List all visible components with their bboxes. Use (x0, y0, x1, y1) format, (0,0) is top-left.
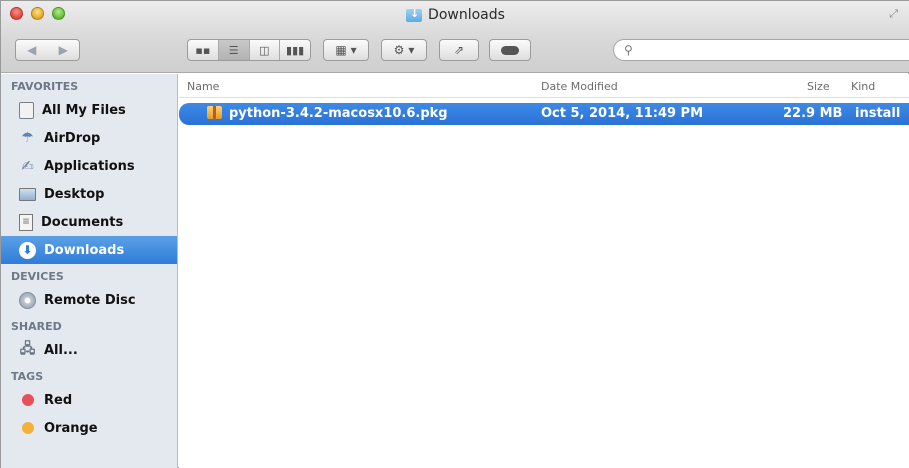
sidebar-item-label: Documents (41, 214, 124, 230)
sidebar: FAVORITES All My Files ☂ AirDrop ✍ Appli… (1, 74, 178, 468)
sidebar-item-label: Red (44, 392, 73, 408)
sidebar-item-downloads[interactable]: ⬇ Downloads (1, 236, 177, 264)
file-size: 22.9 MB (783, 106, 843, 121)
sidebar-item-label: AirDrop (44, 130, 101, 146)
sidebar-item-label: Downloads (44, 242, 125, 258)
sidebar-item-tag-orange[interactable]: Orange (1, 414, 177, 442)
finder-window: Downloads ⤢ ◀ ▶ ▪▪ ☰ ◫ ▮▮▮ ▦ ▾ ⚙ ▾ ⇗ ⚲ (0, 0, 909, 468)
sidebar-item-documents[interactable]: ≡ Documents (1, 208, 177, 236)
file-name: python-3.4.2-macosx10.6.pkg (229, 106, 448, 121)
share-icon: ⇗ (453, 43, 465, 57)
sidebar-item-airdrop[interactable]: ☂ AirDrop (1, 124, 177, 152)
gear-icon: ⚙ (393, 43, 405, 57)
share-button[interactable]: ⇗ (439, 39, 479, 61)
sidebar-item-label: Desktop (44, 186, 105, 202)
package-icon (207, 106, 222, 119)
chevron-down-icon: ▾ (350, 43, 357, 57)
arrange-grid-icon: ▦ (335, 43, 347, 57)
back-forward-buttons: ◀ ▶ (15, 39, 80, 61)
desktop-icon (19, 187, 36, 201)
remote-disc-icon (19, 291, 36, 309)
view-mode-group: ▪▪ ☰ ◫ ▮▮▮ (187, 39, 311, 61)
sidebar-section-shared: SHARED (11, 320, 62, 333)
airdrop-icon: ☂ (21, 130, 34, 146)
window-title: Downloads (1, 7, 909, 23)
list-view-icon[interactable]: ☰ (218, 40, 250, 60)
sidebar-item-label: Orange (44, 420, 98, 436)
column-header-kind[interactable]: Kind (851, 80, 875, 93)
downloads-icon: ⬇ (19, 241, 36, 259)
tag-dot-icon (21, 422, 34, 434)
action-button[interactable]: ⚙ ▾ (381, 39, 427, 61)
icon-view-icon[interactable]: ▪▪ (188, 40, 219, 60)
tag-pill-icon (501, 45, 519, 55)
column-header-name[interactable]: Name (187, 80, 219, 93)
sidebar-section-tags: TAGS (11, 370, 44, 383)
cover-flow-icon[interactable]: ▮▮▮ (280, 40, 310, 60)
column-header-date[interactable]: Date Modified (541, 80, 618, 93)
documents-icon: ≡ (19, 213, 33, 231)
table-row[interactable]: python-3.4.2-macosx10.6.pkg Oct 5, 2014,… (179, 103, 909, 125)
search-field[interactable]: ⚲ (613, 39, 909, 61)
tags-button[interactable] (489, 39, 531, 61)
search-icon: ⚲ (624, 43, 633, 57)
forward-button[interactable]: ▶ (59, 43, 68, 57)
tag-orange-icon (19, 420, 36, 437)
sidebar-item-desktop[interactable]: Desktop (1, 180, 177, 208)
column-header-row: Name Date Modified Size Kind (179, 74, 909, 98)
column-view-icon[interactable]: ◫ (250, 40, 281, 60)
arrange-button[interactable]: ▦ ▾ (323, 39, 369, 61)
sidebar-section-devices: DEVICES (11, 270, 64, 283)
file-kind: install (855, 106, 901, 121)
sidebar-item-label: All My Files (42, 102, 126, 118)
file-list: Name Date Modified Size Kind python-3.4.… (179, 74, 909, 468)
file-date-modified: Oct 5, 2014, 11:49 PM (541, 106, 704, 121)
sidebar-item-applications[interactable]: ✍ Applications (1, 152, 177, 180)
sidebar-item-all-my-files[interactable]: All My Files (1, 96, 177, 124)
shared-network-icon: 🖧 (19, 341, 36, 357)
sidebar-item-remote-disc[interactable]: Remote Disc (1, 286, 177, 314)
window-title-text: Downloads (428, 7, 505, 23)
title-toolbar: Downloads ⤢ ◀ ▶ ▪▪ ☰ ◫ ▮▮▮ ▦ ▾ ⚙ ▾ ⇗ ⚲ (1, 1, 909, 73)
fullscreen-icon[interactable]: ⤢ (889, 7, 898, 21)
sidebar-item-label: Remote Disc (44, 292, 136, 308)
sidebar-item-shared-all[interactable]: 🖧 All... (1, 336, 177, 364)
sidebar-section-favorites: FAVORITES (11, 80, 79, 93)
column-header-size[interactable]: Size (807, 80, 830, 93)
sidebar-item-label: Applications (44, 158, 135, 174)
sidebar-item-label: All... (44, 342, 78, 358)
all-files-icon (19, 101, 34, 119)
tag-dot-icon (21, 394, 34, 406)
chevron-down-icon: ▾ (408, 43, 415, 57)
tag-red-icon (19, 392, 36, 409)
applications-icon: ✍ (21, 157, 34, 175)
sidebar-item-tag-red[interactable]: Red (1, 386, 177, 414)
downloads-folder-icon (406, 7, 423, 22)
back-button[interactable]: ◀ (27, 43, 36, 57)
search-input[interactable] (638, 43, 879, 57)
